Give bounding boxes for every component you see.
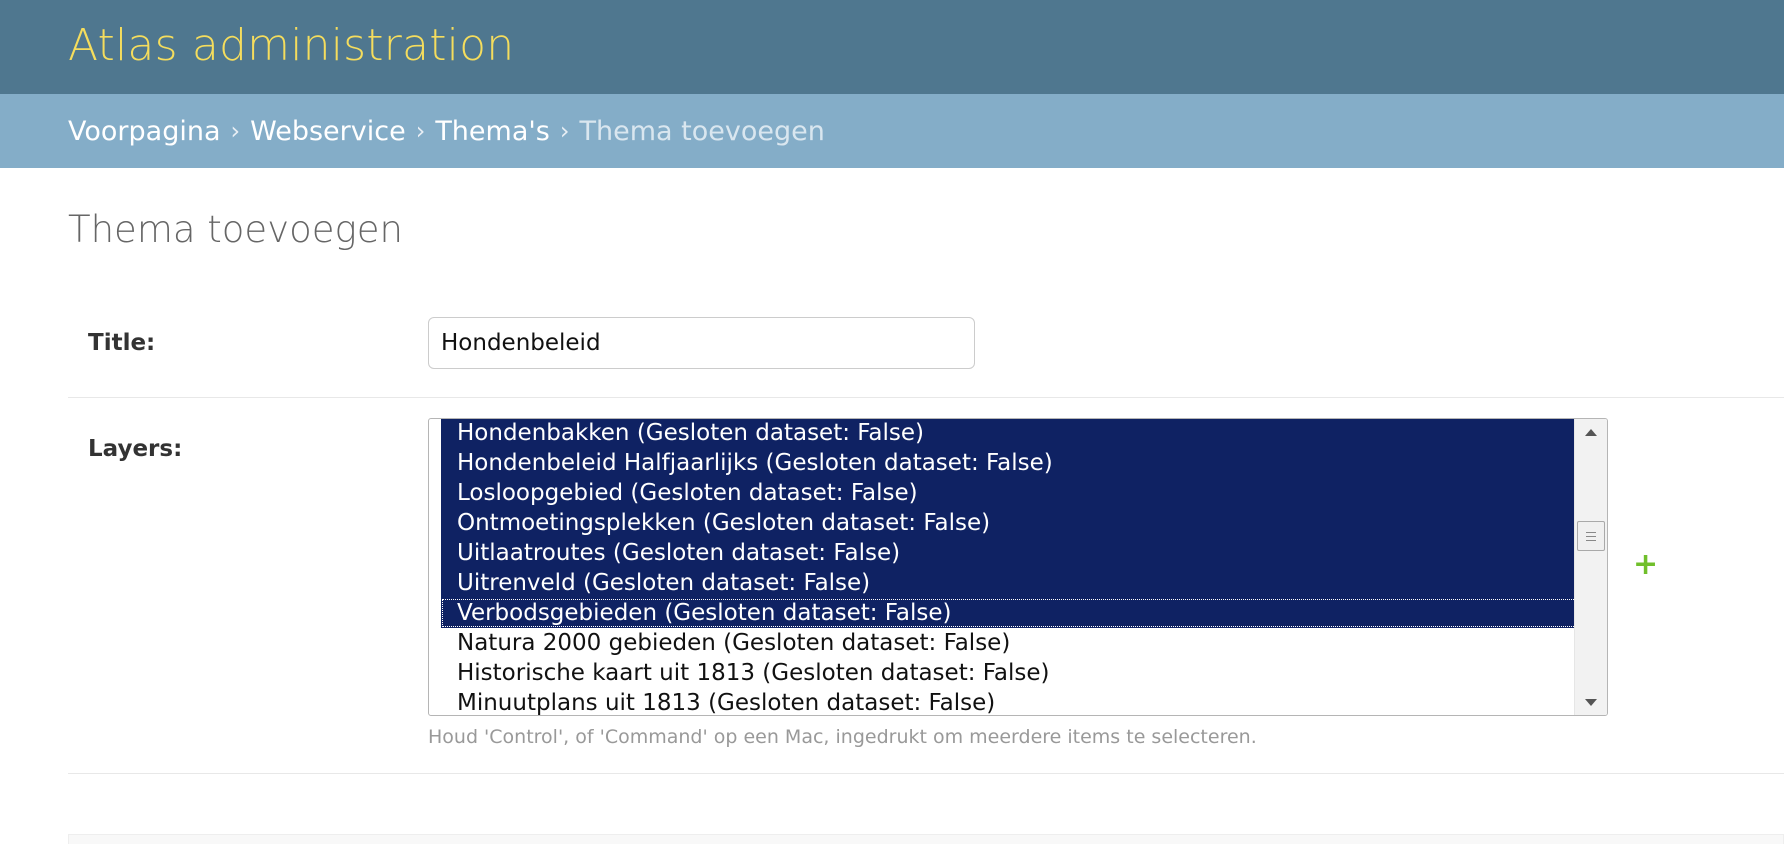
site-title[interactable]: Atlas administration: [68, 18, 514, 74]
layer-option[interactable]: Hondenbeleid Halfjaarlijks (Gesloten dat…: [441, 448, 1577, 478]
scrollbar-thumb[interactable]: [1577, 521, 1605, 551]
breadcrumb-webservice-link[interactable]: Webservice: [250, 116, 406, 147]
help-text: Houd 'Control', of 'Command' op een Mac,…: [428, 726, 1257, 748]
layer-option[interactable]: Verbodsgebieden (Gesloten dataset: False…: [441, 598, 1577, 628]
layer-option[interactable]: Losloopgebied (Gesloten dataset: False): [441, 478, 1577, 508]
scroll-down-arrow-icon[interactable]: [1575, 689, 1607, 715]
layer-option[interactable]: Uitrenveld (Gesloten dataset: False): [441, 568, 1577, 598]
layer-option[interactable]: Uitlaatroutes (Gesloten dataset: False): [441, 538, 1577, 568]
breadcrumb-separator: ›: [230, 117, 241, 145]
layer-option[interactable]: Hondenbakken (Gesloten dataset: False): [441, 419, 1577, 448]
layers-scrollbar[interactable]: [1574, 419, 1607, 715]
layer-option[interactable]: Ontmoetingsplekken (Gesloten dataset: Fa…: [441, 508, 1577, 538]
header: Atlas administration: [0, 0, 1784, 94]
breadcrumb-themas-link[interactable]: Thema's: [435, 116, 550, 147]
breadcrumb: Voorpagina › Webservice › Thema's › Them…: [0, 94, 1784, 168]
layers-options-list: Hondenbakken (Gesloten dataset: False) Ho…: [441, 419, 1577, 715]
scroll-up-arrow-icon[interactable]: [1575, 419, 1607, 445]
layers-label: Layers:: [88, 436, 183, 462]
form-row-title: Title:: [68, 300, 1784, 398]
form-row-layers: Layers: Hondenbakken (Gesloten dataset: …: [68, 398, 1784, 774]
add-layer-plus-icon[interactable]: +: [1633, 550, 1658, 580]
layer-option[interactable]: Minuutplans uit 1813 (Gesloten dataset: …: [441, 688, 1577, 715]
breadcrumb-current: Thema toevoegen: [579, 115, 825, 147]
layer-option[interactable]: Historische kaart uit 1813 (Gesloten dat…: [441, 658, 1577, 688]
breadcrumb-separator: ›: [415, 117, 426, 145]
layers-multiselect[interactable]: Hondenbakken (Gesloten dataset: False) Ho…: [428, 418, 1608, 716]
page-title: Thema toevoegen: [68, 208, 403, 251]
submit-row: [68, 834, 1784, 844]
breadcrumb-home-link[interactable]: Voorpagina: [68, 116, 221, 147]
breadcrumb-separator: ›: [559, 117, 570, 145]
title-input[interactable]: [428, 317, 975, 369]
layer-option[interactable]: Natura 2000 gebieden (Gesloten dataset: …: [441, 628, 1577, 658]
title-label: Title:: [88, 330, 156, 356]
